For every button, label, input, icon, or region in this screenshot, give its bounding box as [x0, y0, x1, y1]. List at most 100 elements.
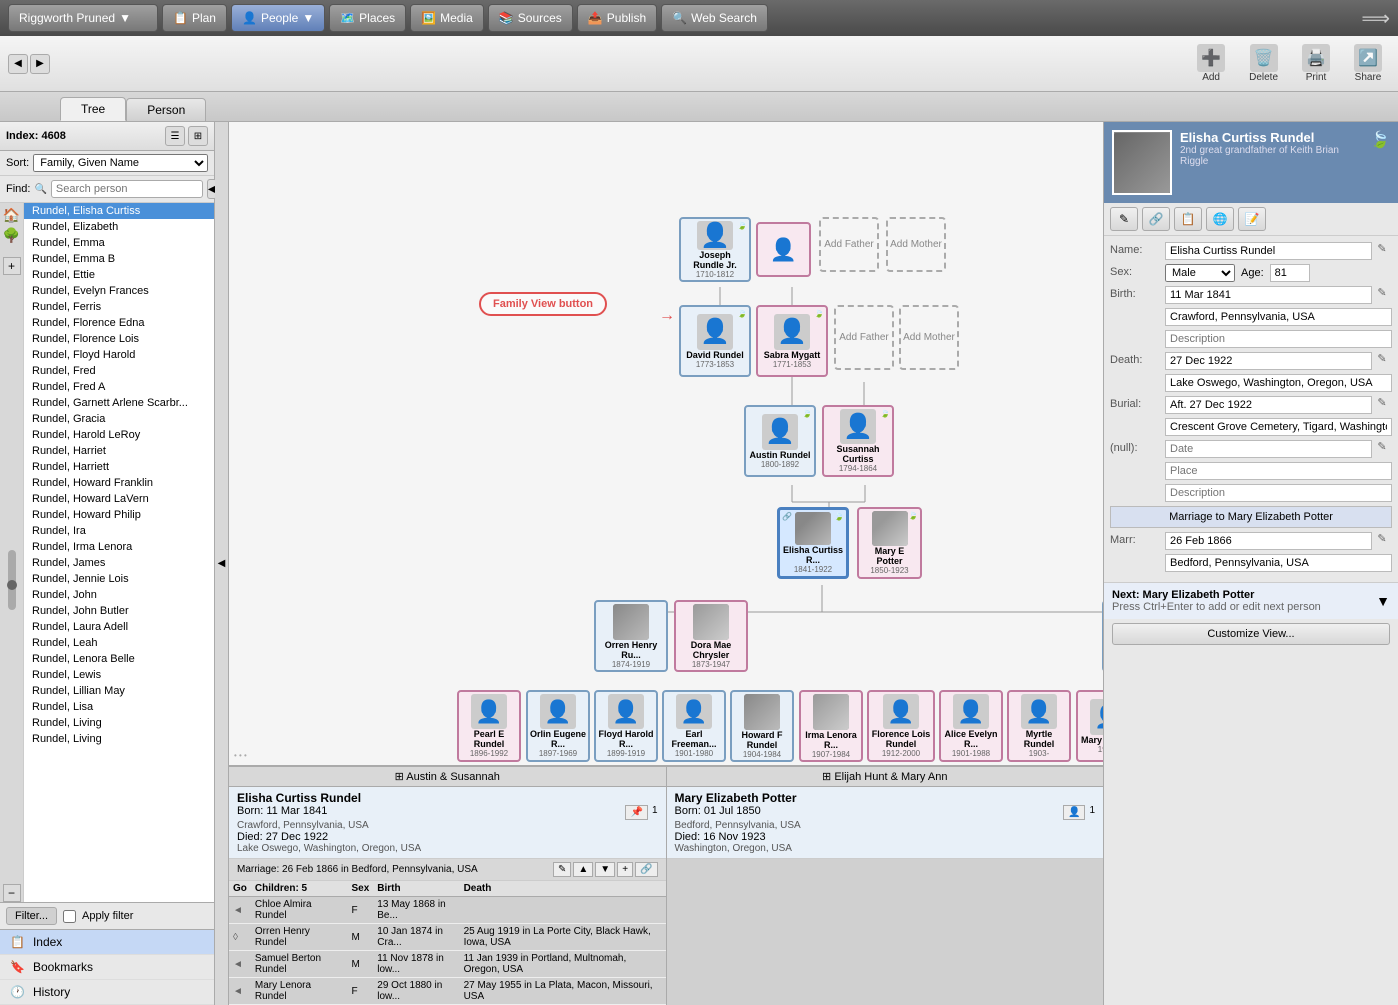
- node-alice[interactable]: 👤 Alice Evelyn R... 1901-1988: [939, 690, 1003, 762]
- person-list-item[interactable]: Rundel, Elizabeth: [24, 219, 214, 235]
- person-list-item[interactable]: Rundel, Irma Lenora: [24, 539, 214, 555]
- person-list-item[interactable]: Rundel, Lenora Belle: [24, 651, 214, 667]
- node-austin[interactable]: 👤 Austin Rundel 1800-1892 🍃: [744, 405, 816, 477]
- go-icon[interactable]: ◄: [229, 978, 251, 1005]
- person-list-item[interactable]: Rundel, Ferris: [24, 299, 214, 315]
- person-list-item[interactable]: Rundel, Ettie: [24, 267, 214, 283]
- next-person-dropdown[interactable]: ▼: [1376, 583, 1390, 619]
- age-input[interactable]: [1270, 264, 1310, 282]
- family-left-pin-btn[interactable]: 📌: [625, 805, 647, 820]
- share-button[interactable]: ↗️ Share: [1346, 40, 1390, 87]
- person-copy-btn[interactable]: 📋: [1174, 207, 1202, 231]
- node-florence-lois[interactable]: 👤 Florence Lois Rundel 1912-2000: [867, 690, 935, 762]
- child-row[interactable]: ◄ Samuel Berton Rundel M 11 Nov 1878 in …: [229, 951, 666, 978]
- birth-desc-input[interactable]: [1165, 330, 1392, 348]
- home-icon[interactable]: 🏠: [3, 207, 20, 224]
- node-samuel[interactable]: 👤 Samuel B Rundel 1878-1939 🍃: [1102, 600, 1103, 672]
- person-list-item[interactable]: Rundel, Florence Edna: [24, 315, 214, 331]
- marriage-up-btn[interactable]: ▲: [573, 862, 593, 877]
- node-elisha[interactable]: Elisha Curtiss R... 1841-1922 🍃 🔗: [777, 507, 849, 579]
- person-list-item[interactable]: Rundel, Floyd Harold: [24, 347, 214, 363]
- person-list-item[interactable]: Rundel, Howard LaVern: [24, 491, 214, 507]
- child-name[interactable]: Mary Lenora Rundel: [251, 978, 348, 1005]
- person-link-btn[interactable]: 🔗: [1142, 207, 1170, 231]
- nav-people[interactable]: 👤 People ▼: [231, 4, 325, 32]
- tree-area[interactable]: Family View button → 👤 Joseph Rundle Jr.…: [229, 122, 1103, 765]
- person-list-item[interactable]: Rundel, Emma: [24, 235, 214, 251]
- tree-view-icon[interactable]: 🌳: [3, 227, 20, 244]
- filter-button[interactable]: Filter...: [6, 907, 57, 925]
- node-anc-female[interactable]: 👤: [756, 222, 811, 277]
- null-edit-icon[interactable]: ✎: [1372, 440, 1392, 453]
- person-edit-btn[interactable]: ✎: [1110, 207, 1138, 231]
- delete-button[interactable]: 🗑️ Delete: [1241, 40, 1286, 87]
- marriage-link-btn[interactable]: 🔗: [635, 862, 657, 877]
- node-earl[interactable]: 👤 Earl Freeman... 1901-1980: [662, 690, 726, 762]
- child-name[interactable]: Samuel Berton Rundel: [251, 951, 348, 978]
- person-header-leaf-icon[interactable]: 🍃: [1370, 130, 1390, 195]
- zoom-out-icon[interactable]: −: [3, 884, 21, 902]
- marriage-add-btn[interactable]: +: [617, 862, 633, 877]
- print-button[interactable]: 🖨️ Print: [1294, 40, 1338, 87]
- person-list-item[interactable]: Rundel, Jennie Lois: [24, 571, 214, 587]
- index-grid-btn[interactable]: ⊞: [188, 126, 208, 146]
- go-icon[interactable]: ◊: [229, 924, 251, 951]
- node-sabra[interactable]: 👤 Sabra Mygatt 1771-1853 🍃: [756, 305, 828, 377]
- person-list-item[interactable]: Rundel, Fred A: [24, 379, 214, 395]
- node-howard-f[interactable]: Howard F Rundel 1904-1984: [730, 690, 794, 762]
- bottom-nav-bookmarks[interactable]: 🔖 Bookmarks: [0, 955, 214, 980]
- marr-date-input[interactable]: [1165, 532, 1372, 550]
- null-date-input[interactable]: [1165, 440, 1372, 458]
- person-list-item[interactable]: Rundel, Laura Adell: [24, 619, 214, 635]
- death-edit-icon[interactable]: ✎: [1372, 352, 1392, 365]
- zoom-in-icon[interactable]: +: [3, 257, 21, 275]
- nav-right-arrows[interactable]: ⟹: [1361, 6, 1390, 31]
- bottom-nav-history[interactable]: 🕐 History: [0, 980, 214, 1005]
- person-list-item[interactable]: Rundel, Lisa: [24, 699, 214, 715]
- node-add-mother-1[interactable]: Add Mother: [886, 217, 946, 272]
- family-right-person-btn[interactable]: 👤: [1063, 805, 1085, 820]
- node-mary-potter[interactable]: Mary E Potter 1850-1923 🍃: [857, 507, 922, 579]
- collapse-button[interactable]: ◀: [215, 122, 229, 1005]
- null-desc-input[interactable]: [1165, 484, 1392, 502]
- person-list-item[interactable]: Rundel, Leah: [24, 635, 214, 651]
- add-button[interactable]: ➕ Add: [1189, 40, 1233, 87]
- death-date-input[interactable]: [1165, 352, 1372, 370]
- nav-media[interactable]: 🖼️ Media: [410, 4, 484, 32]
- back-button[interactable]: ◀: [8, 54, 28, 74]
- node-orlin[interactable]: 👤 Orlin Eugene R... 1897-1969: [526, 690, 590, 762]
- forward-button[interactable]: ▶: [30, 54, 50, 74]
- death-place-input[interactable]: [1165, 374, 1392, 392]
- node-susannah[interactable]: 👤 Susannah Curtiss 1794-1864 🍃: [822, 405, 894, 477]
- birth-place-input[interactable]: [1165, 308, 1392, 326]
- person-list-item[interactable]: Rundel, Lillian May: [24, 683, 214, 699]
- file-menu-button[interactable]: Riggworth Pruned ▼: [8, 4, 158, 32]
- node-orren[interactable]: Orren Henry Ru... 1874-1919: [594, 600, 668, 672]
- burial-edit-icon[interactable]: ✎: [1372, 396, 1392, 409]
- person-list-item[interactable]: Rundel, Harriet: [24, 443, 214, 459]
- child-row[interactable]: ◄ Chloe Almira Rundel F 13 May 1868 in B…: [229, 897, 666, 924]
- person-list-item[interactable]: Rundel, Living: [24, 731, 214, 747]
- tab-person[interactable]: Person: [126, 98, 206, 121]
- node-add-father-2[interactable]: Add Father: [834, 305, 894, 370]
- sex-select[interactable]: Male Female: [1165, 264, 1235, 282]
- zoom-slider[interactable]: [8, 550, 16, 610]
- person-list-item[interactable]: Rundel, Howard Franklin: [24, 475, 214, 491]
- person-list-item[interactable]: Rundel, Howard Philip: [24, 507, 214, 523]
- bottom-nav-index[interactable]: 📋 Index: [0, 930, 214, 955]
- person-list-item[interactable]: Rundel, Harold LeRoy: [24, 427, 214, 443]
- go-icon[interactable]: ◄: [229, 951, 251, 978]
- null-place-input[interactable]: [1165, 462, 1392, 480]
- sort-select[interactable]: Family, Given Name: [33, 154, 208, 172]
- person-list-item[interactable]: Rundel, Living: [24, 715, 214, 731]
- person-list-item[interactable]: Rundel, Elisha Curtiss: [24, 203, 214, 219]
- child-name[interactable]: Orren Henry Rundel: [251, 924, 348, 951]
- birth-date-input[interactable]: [1165, 286, 1372, 304]
- person-list-item[interactable]: Rundel, James: [24, 555, 214, 571]
- go-icon[interactable]: ◄: [229, 897, 251, 924]
- person-list-item[interactable]: Rundel, John: [24, 587, 214, 603]
- nav-sources[interactable]: 📚 Sources: [488, 4, 573, 32]
- name-input[interactable]: [1165, 242, 1372, 260]
- customize-view-button[interactable]: Customize View...: [1112, 623, 1390, 645]
- person-list-item[interactable]: Rundel, Lewis: [24, 667, 214, 683]
